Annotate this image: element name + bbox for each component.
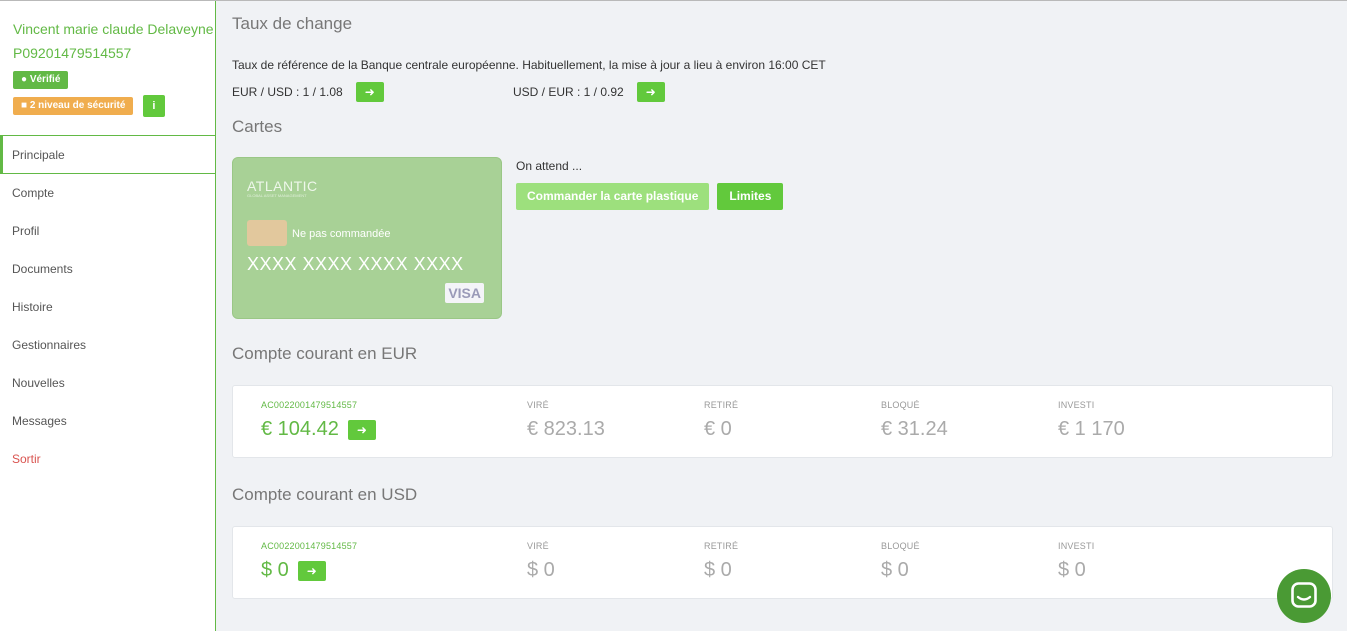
- rates-note: Taux de référence de la Banque centrale …: [232, 58, 826, 72]
- user-icon: ●: [21, 74, 28, 85]
- usd-invested-label: INVESTI: [1058, 541, 1095, 551]
- rate-eur-usd-arrow-button[interactable]: ➜: [355, 82, 384, 102]
- usd-balance-col: AC0022001479514557 $ 0 ➜: [261, 541, 357, 582]
- sidebar-item-messages[interactable]: Messages: [0, 402, 215, 440]
- eur-transferred: € 823.13: [527, 418, 605, 440]
- usd-transferred-col: VIRÉ $ 0: [527, 541, 555, 582]
- usd-invested: $ 0: [1058, 559, 1086, 581]
- atlantic-logo: ATLANTIC GLOBAL ASSET MANAGEMENT: [247, 178, 318, 198]
- arrow-right-icon: ➜: [356, 422, 367, 437]
- chat-button[interactable]: [1277, 569, 1331, 623]
- eur-transferred-label: VIRÉ: [527, 400, 549, 410]
- usd-account-number: AC0022001479514557: [261, 541, 358, 551]
- usd-balance: $ 0 ➜: [261, 559, 357, 582]
- usd-balance-value: $ 0: [261, 559, 289, 581]
- sidebar-item-histoire[interactable]: Histoire: [0, 288, 215, 326]
- card-actions: On attend ... Commander la carte plastiq…: [516, 159, 784, 210]
- eur-invested-label: INVESTI: [1058, 400, 1095, 410]
- eur-withdrawn: € 0: [704, 418, 732, 440]
- brand-subtitle: GLOBAL ASSET MANAGEMENT: [247, 193, 307, 198]
- usd-account-panel: AC0022001479514557 $ 0 ➜ VIRÉ $ 0 RETIRÉ…: [232, 526, 1333, 599]
- rate-usd-eur-arrow-button[interactable]: ➜: [636, 82, 665, 102]
- rate-eur-usd-label: EUR / USD : 1 / 1.08: [232, 85, 343, 99]
- arrow-right-icon: ➜: [306, 563, 317, 578]
- usd-blocked-col: BLOQUÉ $ 0: [881, 541, 920, 582]
- rate-usd-eur-label: USD / EUR : 1 / 0.92: [513, 85, 624, 99]
- eur-account-arrow-button[interactable]: ➜: [347, 419, 376, 440]
- arrow-right-icon: ➜: [364, 85, 375, 99]
- usd-transferred-label: VIRÉ: [527, 541, 549, 551]
- verified-label: Vérifié: [29, 74, 61, 85]
- visa-logo: VISA: [445, 283, 484, 303]
- eur-invested: € 1 170: [1058, 418, 1125, 440]
- eur-invested-col: INVESTI € 1 170: [1058, 400, 1125, 441]
- sidebar-item-documents[interactable]: Documents: [0, 250, 215, 288]
- rates-title: Taux de change: [232, 14, 353, 33]
- usd-transferred: $ 0: [527, 559, 555, 581]
- card-status: Ne pas commandée: [292, 228, 391, 240]
- info-button[interactable]: i: [142, 95, 165, 118]
- usd-blocked: $ 0: [881, 559, 909, 581]
- usd-withdrawn-label: RETIRÉ: [704, 541, 739, 551]
- usd-blocked-label: BLOQUÉ: [881, 541, 920, 551]
- sidebar-nav: Principale Compte Profil Documents Histo…: [0, 136, 215, 478]
- eur-balance-col: AC0022001479514557 € 104.42 ➜: [261, 400, 376, 441]
- rate-eur-usd: EUR / USD : 1 / 1.08 ➜: [232, 82, 384, 102]
- user-name: Vincent marie claude Delaveyne: [13, 21, 214, 37]
- usd-withdrawn-col: RETIRÉ $ 0: [704, 541, 738, 582]
- rate-usd-eur: USD / EUR : 1 / 0.92 ➜: [513, 82, 665, 102]
- limits-button[interactable]: Limites: [717, 183, 784, 210]
- brand-name: ATLANTIC: [247, 178, 318, 194]
- order-plastic-card-button[interactable]: Commander la carte plastique: [516, 183, 710, 210]
- sidebar: Vincent marie claude Delaveyne P09201479…: [0, 1, 216, 631]
- eur-balance: € 104.42 ➜: [261, 418, 376, 441]
- sidebar-item-sortir[interactable]: Sortir: [0, 440, 215, 478]
- user-block: Vincent marie claude Delaveyne P09201479…: [0, 1, 215, 136]
- usd-withdrawn: $ 0: [704, 559, 732, 581]
- eur-blocked-col: BLOQUÉ € 31.24: [881, 400, 948, 441]
- eur-withdrawn-label: RETIRÉ: [704, 400, 739, 410]
- eur-blocked-label: BLOQUÉ: [881, 400, 920, 410]
- eur-withdrawn-col: RETIRÉ € 0: [704, 400, 738, 441]
- eur-account-panel: AC0022001479514557 € 104.42 ➜ VIRÉ € 823…: [232, 385, 1333, 458]
- lock-icon: ■: [21, 100, 28, 112]
- security-badge: ■ 2 niveau de sécurité: [13, 97, 134, 116]
- usd-invested-col: INVESTI $ 0: [1058, 541, 1094, 582]
- eur-blocked: € 31.24: [881, 418, 948, 440]
- usd-account-title: Compte courant en USD: [232, 485, 418, 504]
- user-id: P09201479514557: [13, 45, 132, 61]
- security-label: 2 niveau de sécurité: [29, 100, 126, 112]
- eur-transferred-col: VIRÉ € 823.13: [527, 400, 605, 441]
- sidebar-item-gestionnaires[interactable]: Gestionnaires: [0, 326, 215, 364]
- chat-icon: [1291, 582, 1317, 608]
- eur-account-number: AC0022001479514557: [261, 400, 358, 410]
- eur-account-title: Compte courant en EUR: [232, 344, 418, 363]
- card-waiting-text: On attend ...: [516, 159, 583, 173]
- eur-balance-value: € 104.42: [261, 418, 339, 440]
- sidebar-item-profil[interactable]: Profil: [0, 212, 215, 250]
- payment-card: ATLANTIC GLOBAL ASSET MANAGEMENT Ne pas …: [232, 157, 502, 319]
- verified-badge: ● Vérifié: [13, 71, 69, 89]
- sidebar-item-nouvelles[interactable]: Nouvelles: [0, 364, 215, 402]
- sidebar-item-principale[interactable]: Principale: [0, 136, 215, 174]
- arrow-right-icon: ➜: [645, 85, 656, 99]
- usd-account-arrow-button[interactable]: ➜: [297, 560, 326, 581]
- cards-title: Cartes: [232, 117, 283, 136]
- card-number: XXXX XXXX XXXX XXXX: [247, 254, 464, 274]
- sidebar-item-compte[interactable]: Compte: [0, 174, 215, 212]
- card-chip: [247, 220, 287, 246]
